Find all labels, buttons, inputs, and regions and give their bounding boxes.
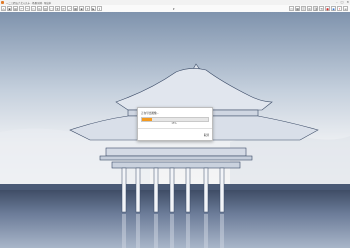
record-icon[interactable]: ● [325, 6, 330, 11]
menu-icon[interactable]: ≡ [343, 6, 348, 11]
grid-icon[interactable]: ▦ [73, 6, 78, 11]
save-icon[interactable]: ▤ [13, 6, 18, 11]
layout-icon[interactable]: ▭ [289, 6, 294, 11]
balcony [105, 147, 247, 157]
window-title: 一二三四五六七八九十 · 场景示例 · 导出中 [6, 1, 52, 5]
cloud-bank-right [230, 134, 350, 188]
rotate-icon[interactable]: ⟳ [61, 6, 66, 11]
paste-icon[interactable]: ▥ [43, 6, 48, 11]
settings-icon[interactable]: ⚙ [307, 6, 312, 11]
copy-icon[interactable]: ⧉ [37, 6, 42, 11]
render-icon[interactable]: ▶ [91, 6, 96, 11]
light-icon[interactable]: ☀ [85, 6, 90, 11]
water-surface [0, 190, 350, 248]
move-icon[interactable]: ✥ [55, 6, 60, 11]
home-icon[interactable]: ⌂ [1, 6, 6, 11]
view-icon[interactable]: ▦ [295, 6, 300, 11]
toolbar-left-group: ⌂ ▣ ▤ ↶ ↷ ✂ ⧉ ▥ ▢ ✥ ⟳ ⤢ ▦ ◉ ☀ ▶ ⇪ [1, 6, 102, 11]
camera-icon[interactable]: ◉ [79, 6, 84, 11]
progress-percentage: 15% [171, 121, 177, 125]
export-icon[interactable]: ⇪ [97, 6, 102, 11]
link-icon[interactable]: ⛓ [313, 6, 318, 11]
redo-icon[interactable]: ↷ [25, 6, 30, 11]
export-progress-dialog: 正在导出图像... 15% 取消 [137, 107, 213, 141]
toolbar-expand-icon[interactable]: ▾ [173, 7, 175, 11]
help-icon[interactable]: ? [337, 6, 342, 11]
refresh-icon[interactable]: ⟲ [319, 6, 324, 11]
cut-icon[interactable]: ✂ [31, 6, 36, 11]
undo-icon[interactable]: ↶ [19, 6, 24, 11]
select-icon[interactable]: ▢ [49, 6, 54, 11]
scale-icon[interactable]: ⤢ [67, 6, 72, 11]
folder-icon[interactable]: ▣ [7, 6, 12, 11]
dialog-title: 正在导出图像... [141, 112, 160, 115]
toolbar-right-group: ▭ ▦ ☰ ⚙ ⛓ ⟲ ● ◉? ≡ [289, 6, 348, 11]
dialog-divider [138, 128, 212, 129]
app-logo-icon [1, 1, 4, 4]
lower-eaves [111, 161, 241, 169]
cancel-button[interactable]: 取消 [204, 133, 209, 137]
user-icon[interactable]: ◉ [331, 6, 336, 11]
horizon-band [0, 184, 350, 190]
railing [99, 155, 253, 161]
list-icon[interactable]: ☰ [301, 6, 306, 11]
